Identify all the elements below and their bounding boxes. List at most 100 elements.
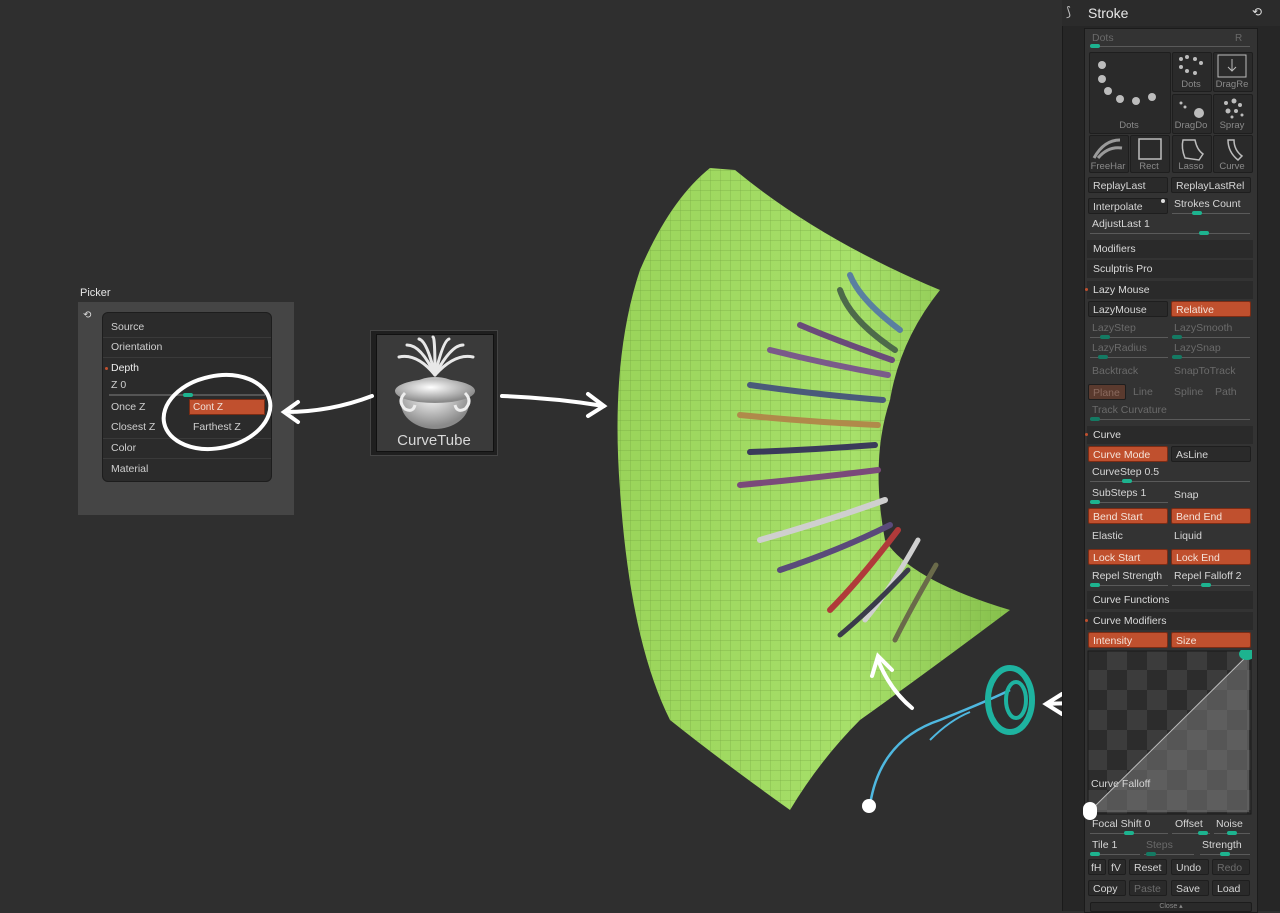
steps-knob[interactable] (1146, 852, 1156, 856)
cont-z-highlight-circle (161, 373, 273, 451)
replay-last-button[interactable]: ReplayLast (1088, 177, 1168, 193)
intensity-button[interactable]: Intensity (1088, 632, 1168, 648)
dots-header-r[interactable]: R (1235, 33, 1242, 44)
curve-modifiers-section[interactable]: Curve Modifiers (1085, 612, 1253, 630)
asline-button[interactable]: AsLine (1171, 446, 1251, 462)
bend-start-button[interactable]: Bend Start (1088, 508, 1168, 524)
paste-button[interactable]: Paste (1129, 880, 1167, 896)
lazyradius-slider[interactable]: LazyRadius (1092, 342, 1147, 354)
substeps-slider[interactable]: SubSteps 1 (1092, 487, 1146, 499)
snaptotrack-button[interactable]: SnapToTrack (1174, 365, 1235, 377)
undo-button[interactable]: Undo (1171, 859, 1209, 875)
curve-falloff-graph[interactable] (1087, 650, 1252, 815)
curve-mode-button[interactable]: Curve Mode (1088, 446, 1168, 462)
strength-knob[interactable] (1220, 852, 1230, 856)
dots-header: Dots (1092, 32, 1114, 44)
lazysnap-knob[interactable] (1172, 355, 1182, 359)
rect-label: Rect (1139, 161, 1159, 172)
focal-shift-slider[interactable]: Focal Shift 0 (1092, 818, 1150, 830)
snap-button[interactable]: Snap (1174, 489, 1199, 501)
track-curvature-knob[interactable] (1090, 417, 1100, 421)
lazy-mouse-section[interactable]: Lazy Mouse (1085, 281, 1253, 299)
repel-falloff-slider[interactable]: Repel Falloff 2 (1174, 570, 1242, 582)
redo-button[interactable]: Redo (1212, 859, 1250, 875)
lazysnap-slider[interactable]: LazySnap (1174, 342, 1221, 354)
flip-vertical-button[interactable]: fV (1108, 859, 1126, 875)
curve-functions-section[interactable]: Curve Functions (1087, 591, 1253, 609)
dots-large-label: Dots (1119, 120, 1139, 131)
repel-strength-knob[interactable] (1090, 583, 1100, 587)
backtrack-button[interactable]: Backtrack (1092, 365, 1138, 377)
dots-slider-knob[interactable] (1090, 44, 1100, 48)
steps-slider[interactable]: Steps (1146, 839, 1173, 851)
plane-button[interactable]: Plane (1088, 384, 1126, 400)
adjust-last-knob[interactable] (1199, 231, 1209, 235)
curvestep-knob[interactable] (1122, 479, 1132, 483)
lazysmooth-knob[interactable] (1172, 335, 1182, 339)
curvestep-slider[interactable]: CurveStep 0.5 (1092, 466, 1159, 478)
substeps-knob[interactable] (1090, 500, 1100, 504)
interpolate-button[interactable]: Interpolate (1088, 198, 1168, 214)
flip-horizontal-button[interactable]: fH (1088, 859, 1106, 875)
bend-end-button[interactable]: Bend End (1171, 508, 1251, 524)
lasso-label: Lasso (1178, 161, 1204, 172)
size-button[interactable]: Size (1171, 632, 1251, 648)
curve-stroke-annotation (862, 665, 1035, 813)
strength-slider[interactable]: Strength (1202, 839, 1242, 851)
liquid-button[interactable]: Liquid (1174, 530, 1202, 542)
strokes-count-slider[interactable]: Strokes Count (1174, 198, 1241, 210)
replay-last-rel-button[interactable]: ReplayLastRel (1171, 177, 1251, 193)
save-button[interactable]: Save (1171, 880, 1209, 896)
rect-icon (1138, 138, 1162, 160)
offset-knob[interactable] (1198, 831, 1208, 835)
track-curvature-slider[interactable]: Track Curvature (1092, 404, 1167, 416)
lazystep-knob[interactable] (1100, 335, 1110, 339)
elastic-button[interactable]: Elastic (1092, 530, 1123, 542)
stroke-title: Stroke (1088, 5, 1129, 21)
noise-slider[interactable]: Noise (1216, 818, 1243, 830)
offset-slider[interactable]: Offset (1175, 818, 1203, 830)
curve-section[interactable]: Curve (1085, 426, 1253, 444)
dragrect-label: DragRe (1215, 79, 1249, 90)
lock-end-button[interactable]: Lock End (1171, 549, 1251, 565)
dots-small-icon (1179, 55, 1203, 75)
copy-button[interactable]: Copy (1088, 880, 1126, 896)
repel-falloff-knob[interactable] (1201, 583, 1211, 587)
spray-label: Spray (1219, 120, 1245, 131)
sculptris-pro-section[interactable]: Sculptris Pro (1087, 260, 1253, 278)
dragdot-icon (1179, 101, 1204, 118)
stroke-icon: ⟆ (1066, 4, 1072, 19)
lazysmooth-slider[interactable]: LazySmooth (1174, 322, 1232, 334)
stroke-reset-icon[interactable]: ⟲ (1252, 5, 1262, 19)
close-label: Close (1159, 903, 1178, 910)
dragdot-label: DragDo (1174, 120, 1208, 131)
dots-label: Dots (1181, 79, 1201, 90)
tile-slider[interactable]: Tile 1 (1092, 839, 1117, 851)
curve-label: Curve (1219, 161, 1245, 172)
lazymouse-button[interactable]: LazyMouse (1088, 301, 1168, 317)
spline-button[interactable]: Spline (1174, 386, 1203, 398)
interpolate-indicator (1161, 199, 1165, 203)
arrow-to-mesh (500, 392, 608, 418)
modifiers-section[interactable]: Modifiers (1087, 240, 1253, 258)
adjust-last-slider[interactable]: AdjustLast 1 (1092, 218, 1150, 230)
lasso-icon (1181, 139, 1205, 161)
repel-strength-slider[interactable]: Repel Strength (1092, 570, 1162, 582)
spray-icon (1224, 98, 1244, 119)
lazystep-slider[interactable]: LazyStep (1092, 322, 1136, 334)
lazyradius-knob[interactable] (1098, 355, 1108, 359)
line-button[interactable]: Line (1133, 386, 1153, 398)
strokes-count-knob[interactable] (1192, 211, 1202, 215)
noise-knob[interactable] (1227, 831, 1237, 835)
path-button[interactable]: Path (1215, 386, 1237, 398)
lock-start-button[interactable]: Lock Start (1088, 549, 1168, 565)
arrow-to-picker (280, 394, 374, 424)
dragrect-icon (1217, 54, 1247, 78)
freehand-icon (1092, 138, 1123, 159)
focal-shift-knob[interactable] (1124, 831, 1134, 835)
load-button[interactable]: Load (1212, 880, 1250, 896)
reset-button[interactable]: Reset (1129, 859, 1167, 875)
freehand-label: FreeHar (1090, 161, 1126, 172)
relative-button[interactable]: Relative (1171, 301, 1251, 317)
tile-knob[interactable] (1090, 852, 1100, 856)
